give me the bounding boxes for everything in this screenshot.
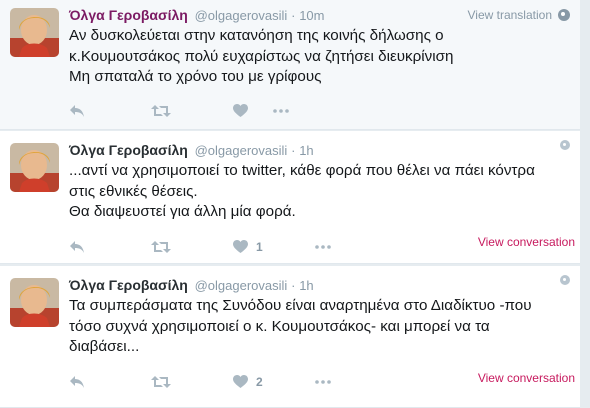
username-link[interactable]: @olgagerovasili [195, 278, 288, 293]
fullname-link[interactable]: Όλγα Γεροβασίλη [69, 277, 188, 293]
view-translation-link[interactable]: View translation [468, 5, 553, 25]
retweet-icon [151, 376, 171, 388]
timestamp-link[interactable]: 10m [299, 8, 324, 23]
retweet-button[interactable] [151, 375, 233, 389]
heart-icon [233, 375, 248, 388]
reply-icon [70, 376, 84, 388]
more-icon [315, 380, 331, 384]
like-button[interactable]: 1 [233, 240, 315, 254]
tweet-text: Τα συμπεράσματα της Συνόδου είναι αναρτη… [69, 296, 572, 358]
tweet-actions [69, 101, 289, 121]
fullname-link[interactable]: Όλγα Γεροβασίλη [69, 142, 188, 158]
more-button[interactable] [315, 245, 331, 249]
tweet-text-line: Μη σπαταλά το χρόνο του με γρίφους [69, 68, 322, 85]
retweet-icon [151, 241, 171, 253]
view-conversation-link[interactable]: View conversation [478, 371, 575, 385]
tweet-text-line: διαβάσει... [69, 338, 140, 355]
separator-dot: · [291, 8, 296, 23]
like-count: 2 [256, 375, 263, 389]
timestamp-link[interactable]: 1h [299, 278, 313, 293]
reply-button[interactable] [69, 240, 151, 254]
tweet-text: Αν δυσκολεύεται στην κατανόηση της κοινή… [69, 26, 572, 88]
like-count: 1 [256, 240, 263, 254]
tweet-text-line: Τα συμπεράσματα της Συνόδου είναι αναρτη… [69, 297, 532, 314]
tweet[interactable]: Όλγα Γεροβασίλη @olgagerovasili · 1h Τα … [0, 266, 580, 408]
avatar[interactable] [10, 8, 59, 57]
more-button[interactable] [273, 109, 289, 113]
username-link[interactable]: @olgagerovasili [195, 143, 288, 158]
tweet-text-line: Αν δυσκολεύεται στην κατανόηση της κοινή… [69, 27, 444, 44]
timestamp-link[interactable]: 1h [299, 143, 313, 158]
reply-icon [70, 105, 84, 117]
tweet-header: Όλγα Γεροβασίλη @olgagerovasili · 1h [69, 275, 570, 295]
tweet-text-line: τόσο συχνά χρησιμοποιεί ο κ. Κουμουτσάκο… [69, 317, 490, 335]
tweet-actions: 1 [69, 237, 331, 257]
retweet-button[interactable] [151, 240, 233, 254]
reply-button[interactable] [69, 375, 151, 389]
like-button[interactable] [233, 104, 273, 118]
globe-icon [560, 140, 570, 150]
avatar[interactable] [10, 143, 59, 192]
separator-dot: · [291, 143, 296, 158]
tweet[interactable]: Όλγα Γεροβασίλη @olgagerovasili · 10m Vi… [0, 0, 580, 130]
view-conversation-link[interactable]: View conversation [478, 235, 575, 249]
globe-icon [558, 9, 570, 21]
retweet-button[interactable] [151, 104, 233, 118]
heart-icon [233, 240, 248, 253]
heart-icon [233, 104, 248, 117]
separator-dot: · [291, 278, 296, 293]
tweet-header: Όλγα Γεροβασίλη @olgagerovasili · 10m Vi… [69, 5, 570, 25]
reply-icon [70, 241, 84, 253]
more-icon [273, 109, 289, 113]
reply-button[interactable] [69, 104, 151, 118]
avatar[interactable] [10, 278, 59, 327]
globe-icon [560, 275, 570, 285]
more-button[interactable] [315, 380, 331, 384]
tweet-text-line: κ.Κουμουτσάκος πολύ ευχαρίστως να ζητήσε… [69, 47, 454, 65]
tweet-text-line: στις εθνικές θέσεις. [69, 182, 198, 200]
tweet-text: ...αντί να χρησιμοποιεί το twitter, κάθε… [69, 161, 572, 223]
tweet[interactable]: Όλγα Γεροβασίλη @olgagerovasili · 1h ...… [0, 131, 580, 264]
retweet-icon [151, 105, 171, 117]
tweet-text-line: Θα διαψευστεί για άλλη μία φορά. [69, 203, 296, 220]
like-button[interactable]: 2 [233, 375, 315, 389]
username-link[interactable]: @olgagerovasili [195, 8, 288, 23]
more-icon [315, 245, 331, 249]
timeline: Όλγα Γεροβασίλη @olgagerovasili · 10m Vi… [0, 0, 590, 408]
fullname-link[interactable]: Όλγα Γεροβασίλη [69, 7, 188, 23]
tweet-header: Όλγα Γεροβασίλη @olgagerovasili · 1h [69, 140, 570, 160]
tweet-text-line: ...αντί να χρησιμοποιεί το twitter, κάθε… [69, 162, 535, 179]
tweet-actions: 2 [69, 372, 331, 392]
